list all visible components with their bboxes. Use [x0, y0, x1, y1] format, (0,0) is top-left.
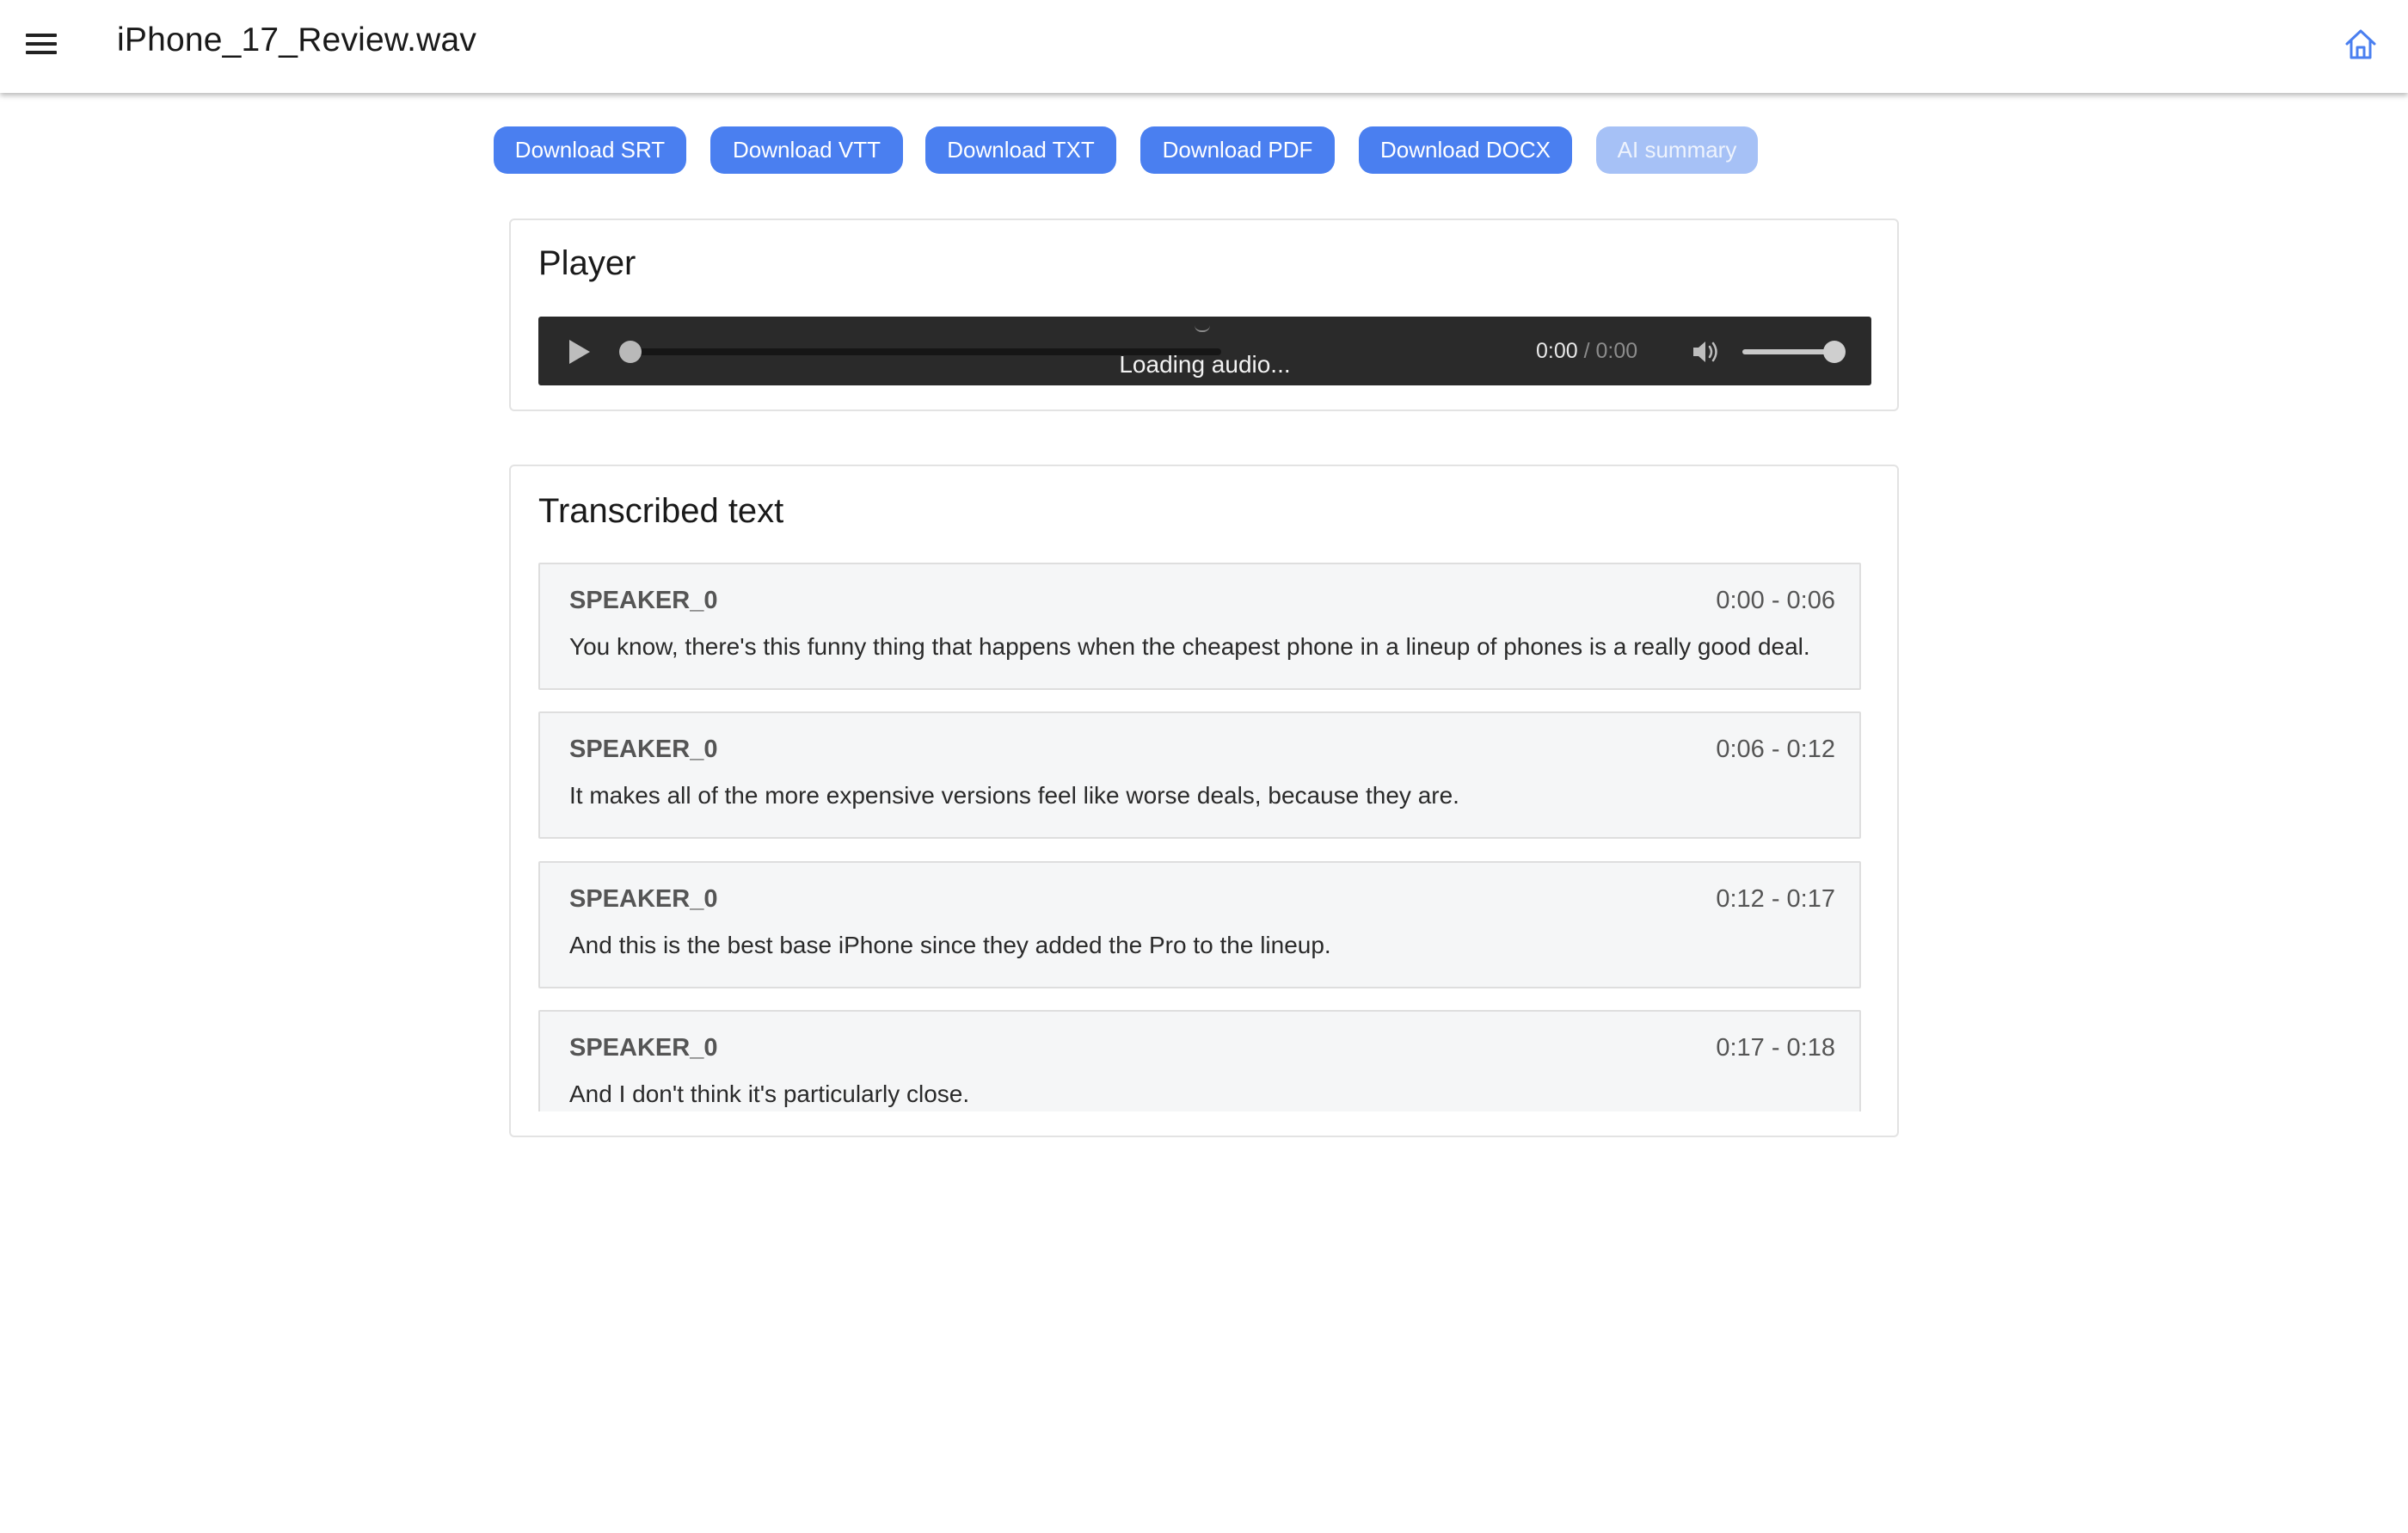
volume-slider-fill: [1742, 349, 1834, 354]
segment-text: It makes all of the more expensive versi…: [569, 782, 1459, 809]
segment-time: 0:06 - 0:12: [1716, 736, 1835, 763]
top-app-bar: iPhone_17_Review.wav: [0, 0, 2408, 93]
loading-status: Loading audio...: [1119, 351, 1291, 378]
speaker-label: SPEAKER_0: [569, 1034, 718, 1062]
download-docx-button[interactable]: Download DOCX: [1359, 126, 1572, 174]
page-title: iPhone_17_Review.wav: [117, 22, 477, 58]
transcript-segment[interactable]: SPEAKER_0 0:00 - 0:06 You know, there's …: [538, 563, 1861, 690]
download-toolbar: Download SRT Download VTT Download TXT D…: [0, 126, 2408, 175]
audio-player: Loading audio... 0:00 / 0:00: [538, 317, 1871, 385]
download-srt-button[interactable]: Download SRT: [494, 126, 686, 174]
segment-time: 0:17 - 0:18: [1716, 1034, 1835, 1062]
time-readout: 0:00 / 0:00: [1536, 339, 1637, 364]
volume-icon[interactable]: [1691, 337, 1722, 366]
speaker-label: SPEAKER_0: [569, 587, 718, 614]
ai-summary-button: AI summary: [1596, 126, 1758, 174]
speaker-label: SPEAKER_0: [569, 736, 718, 763]
transcript-segment[interactable]: SPEAKER_0 0:17 - 0:18 And I don't think …: [538, 1010, 1861, 1111]
home-icon[interactable]: [2343, 26, 2379, 62]
transcript-list[interactable]: SPEAKER_0 0:00 - 0:06 You know, there's …: [538, 563, 1861, 1111]
loading-spinner-icon: [1195, 325, 1210, 332]
transcript-card: Transcribed text SPEAKER_0 0:00 - 0:06 Y…: [509, 465, 1899, 1137]
download-vtt-button[interactable]: Download VTT: [710, 126, 903, 174]
speaker-label: SPEAKER_0: [569, 885, 718, 913]
segment-text: You know, there's this funny thing that …: [569, 633, 1810, 660]
hamburger-menu-icon[interactable]: [24, 29, 58, 58]
segment-text: And I don't think it's particularly clos…: [569, 1080, 970, 1107]
transcript-title: Transcribed text: [538, 492, 784, 530]
player-title: Player: [538, 244, 636, 282]
volume-slider[interactable]: [1742, 349, 1834, 354]
download-txt-button[interactable]: Download TXT: [925, 126, 1116, 174]
duration: 0:00: [1595, 339, 1638, 363]
transcript-segment[interactable]: SPEAKER_0 0:06 - 0:12 It makes all of th…: [538, 711, 1861, 839]
current-time: 0:00: [1536, 339, 1578, 363]
time-separator: /: [1583, 339, 1590, 363]
download-pdf-button[interactable]: Download PDF: [1140, 126, 1335, 174]
volume-handle[interactable]: [1823, 341, 1846, 363]
segment-time: 0:12 - 0:17: [1716, 885, 1835, 913]
segment-time: 0:00 - 0:06: [1716, 587, 1835, 614]
player-card: Player Loading audio... 0:00 / 0:00: [509, 219, 1899, 411]
transcript-segment[interactable]: SPEAKER_0 0:12 - 0:17 And this is the be…: [538, 861, 1861, 988]
segment-text: And this is the best base iPhone since t…: [569, 932, 1331, 958]
